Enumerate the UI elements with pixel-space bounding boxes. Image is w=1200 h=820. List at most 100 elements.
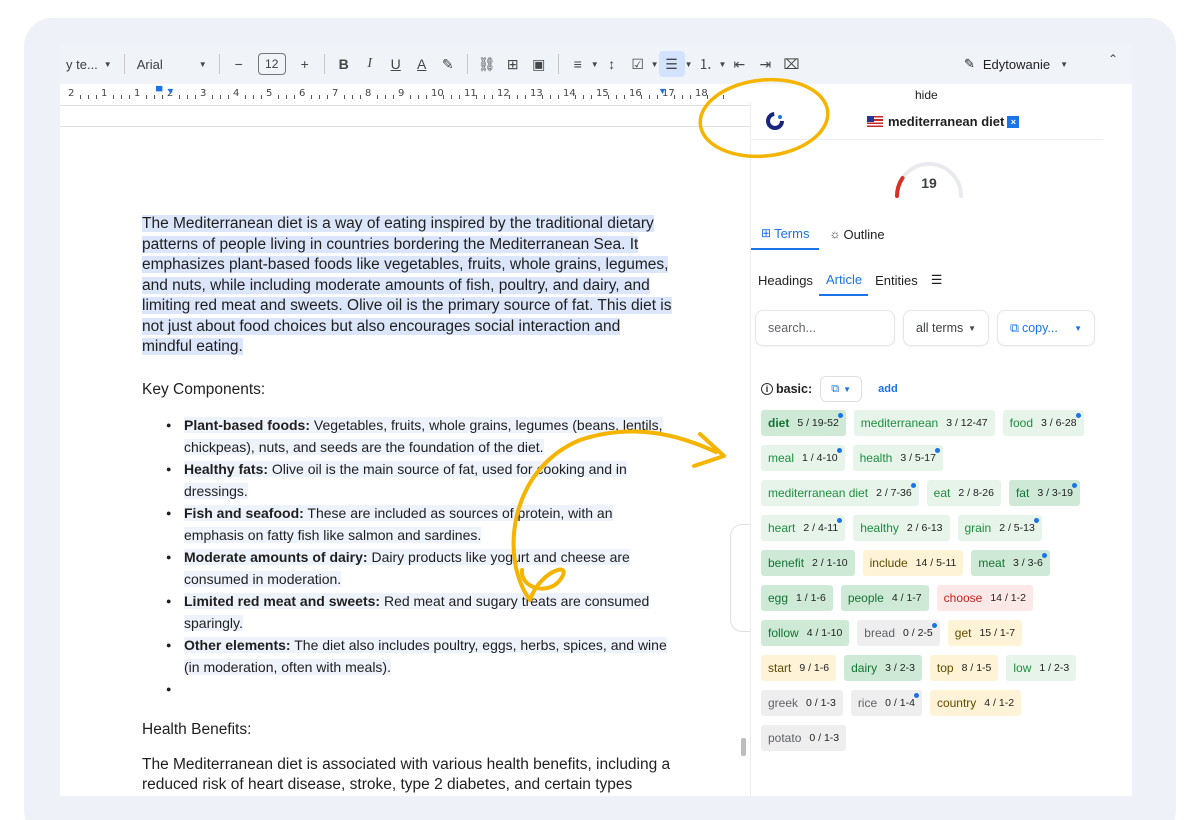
term-chip[interactable]: rice 0 / 1-4 (850, 690, 922, 716)
subtab-entities[interactable]: Entities (868, 264, 924, 296)
term-indicator-dot (913, 693, 919, 698)
term-chip[interactable]: include 14 / 5-11 (862, 550, 964, 576)
italic-button[interactable]: I (357, 51, 383, 77)
highlighter-icon[interactable]: ✎ (435, 51, 461, 77)
filter-settings-icon[interactable]: ☰ (924, 264, 949, 296)
term-chip[interactable]: meat 3 / 3-6 (971, 550, 1050, 576)
term-chip[interactable]: egg 1 / 1-6 (761, 585, 833, 611)
ruler-tick (212, 95, 213, 99)
term-label: food (1009, 416, 1033, 430)
side-panel-handle[interactable] (730, 524, 750, 632)
term-count: 4 / 1-10 (806, 627, 843, 639)
ruler-number: 9 (398, 88, 405, 99)
terms-filter-dropdown[interactable]: all terms ▼ (903, 310, 989, 346)
hide-panel-button[interactable]: hide (915, 88, 938, 102)
ruler-tick (558, 95, 559, 99)
underline-button[interactable]: U (383, 51, 409, 77)
term-chip[interactable]: get 15 / 1-7 (947, 620, 1023, 646)
pencil-icon: ✎ (963, 56, 975, 71)
subtab-headings[interactable]: Headings (751, 264, 819, 296)
term-chip[interactable]: meal 1 / 4-10 (761, 445, 845, 471)
term-chip[interactable]: diet 5 / 19-52 (761, 410, 846, 436)
remove-keyword-button[interactable]: × (1007, 115, 1020, 128)
document-body[interactable]: The Mediterranean diet is a way of eatin… (142, 214, 672, 796)
term-count: 0 / 1-3 (806, 697, 836, 709)
term-count: 3 / 2-3 (885, 662, 915, 674)
editing-mode-dropdown[interactable]: ✎ Edytowanie ▼ (964, 50, 1068, 78)
ruler-number: 10 (431, 88, 444, 99)
term-chip[interactable]: top 8 / 1-5 (929, 655, 999, 681)
term-chip[interactable]: greek 0 / 1-3 (761, 690, 843, 716)
chevron-down-icon: ▼ (684, 59, 693, 69)
collapse-toolbar-icon[interactable]: ⌃ (1108, 52, 1118, 66)
terms-search-input[interactable]: search... (755, 310, 895, 346)
align-left-icon[interactable]: ≡ (565, 51, 591, 77)
term-chip[interactable]: fat 3 / 3-19 (1008, 480, 1080, 506)
list-item: Other elements: The diet also includes p… (166, 634, 672, 678)
ruler-tick (385, 95, 386, 99)
style-dropdown[interactable]: y te... ▼ (60, 50, 118, 78)
ruler-tick (608, 95, 609, 99)
indent-marker[interactable]: ▀ (156, 86, 166, 96)
font-dropdown[interactable]: Arial ▼ (131, 50, 213, 78)
term-chip[interactable]: potato 0 / 1-3 (761, 725, 847, 751)
term-chip[interactable]: mediterranean 3 / 12-47 (853, 410, 995, 436)
term-label: dairy (851, 661, 878, 675)
tab-terms[interactable]: ⊞ Terms (751, 218, 820, 250)
ruler[interactable]: 2 1 1 2 3 4 5 6 7 8 9 10 11 12 13 14 15 16 17 18 ▀ ▼ ▼ (60, 84, 750, 106)
term-count: 14 / 1-2 (990, 592, 1026, 604)
copy-dropdown[interactable]: ⧉ copy... ▼ (997, 310, 1095, 346)
info-icon[interactable]: i (761, 383, 773, 395)
term-label: heart (768, 521, 796, 535)
term-chip[interactable]: country 4 / 1-2 (929, 690, 1022, 716)
term-chip[interactable]: dairy 3 / 2-3 (844, 655, 922, 681)
term-chip[interactable]: heart 2 / 4-11 (761, 515, 846, 541)
list-item: Plant-based foods: Vegetables, fruits, w… (166, 414, 672, 458)
term-count: 2 / 7-36 (876, 487, 912, 499)
clear-formatting-icon[interactable]: ⌧ (778, 51, 804, 77)
increase-font-size-button[interactable]: + (292, 51, 318, 77)
bulleted-list-icon[interactable]: ☰ (658, 51, 685, 77)
terms-chips: diet 5 / 19-52 mediterranean 3 / 12-47 food 3… (761, 410, 1097, 751)
term-chip[interactable]: follow 4 / 1-10 (761, 620, 850, 646)
increase-indent-icon[interactable]: ⇥ (752, 51, 778, 77)
term-chip[interactable]: eat 2 / 8-26 (926, 480, 1001, 506)
indent-marker[interactable]: ▼ (166, 86, 176, 96)
ruler-tick (179, 95, 180, 99)
term-chip[interactable]: start 9 / 1-6 (761, 655, 837, 681)
add-term-button[interactable]: add (878, 383, 898, 395)
checklist-icon[interactable]: ☑ (625, 51, 651, 77)
ruler-tick (220, 95, 221, 99)
term-label: rice (857, 696, 878, 710)
term-chip[interactable]: healthy 2 / 6-13 (853, 515, 950, 541)
term-chip[interactable]: choose 14 / 1-2 (936, 585, 1033, 611)
term-label: fat (1015, 486, 1030, 500)
term-chip[interactable]: grain 2 / 5-13 (957, 515, 1042, 541)
term-chip[interactable]: benefit 2 / 1-10 (761, 550, 855, 576)
copy-basic-terms-button[interactable]: ⧉ ▼ (820, 376, 863, 402)
term-chip[interactable]: mediterranean diet 2 / 7-36 (761, 480, 919, 506)
line-spacing-icon[interactable]: ↕ (599, 51, 625, 77)
link-icon[interactable]: ⛓ (474, 51, 500, 77)
term-chip[interactable]: bread 0 / 2-5 (857, 620, 940, 646)
subtab-article[interactable]: Article (818, 264, 869, 296)
decrease-font-size-button[interactable]: − (226, 51, 252, 77)
divider (123, 54, 125, 74)
insert-image-icon[interactable]: ▣ (526, 51, 552, 77)
decrease-indent-icon[interactable]: ⇤ (726, 51, 752, 77)
term-chip[interactable]: health 3 / 5-17 (852, 445, 943, 471)
ruler-number: 3 (200, 88, 207, 99)
term-chip[interactable]: food 3 / 6-28 (1002, 410, 1084, 436)
add-comment-icon[interactable]: ⊞ (500, 51, 526, 77)
term-chip[interactable]: people 4 / 1-7 (840, 585, 929, 611)
term-label: get (954, 626, 972, 640)
font-size-input[interactable]: 12 (257, 53, 286, 75)
bold-button[interactable]: B (331, 51, 357, 77)
tab-outline[interactable]: ☼ Outline (819, 218, 894, 250)
numbered-list-icon[interactable]: ⒈ (692, 51, 718, 77)
indent-marker[interactable]: ▼ (658, 86, 668, 96)
scrollbar[interactable] (741, 738, 746, 756)
ruler-tick (121, 95, 122, 99)
text-color-button[interactable]: A (409, 51, 435, 77)
term-chip[interactable]: low 1 / 2-3 (1006, 655, 1077, 681)
